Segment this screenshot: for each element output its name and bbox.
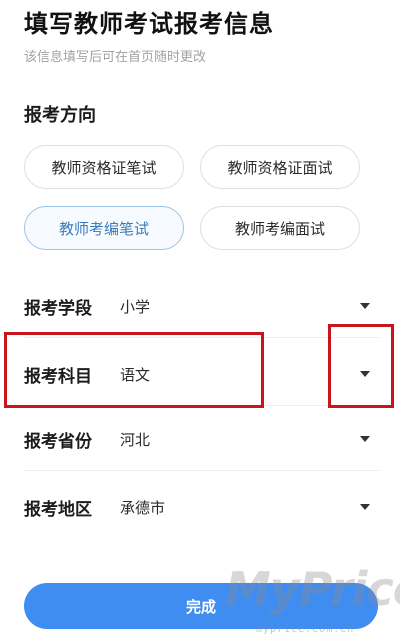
watermark-url: myprice.com.cn (256, 624, 355, 635)
direction-option-teacher-cert-interview[interactable]: 教师资格证面试 (200, 145, 360, 189)
field-label: 报考科目 (24, 366, 92, 387)
option-label: 教师资格证笔试 (51, 158, 157, 177)
field-label: 报考地区 (24, 499, 92, 520)
direction-heading: 报考方向 (24, 105, 96, 126)
watermark: MyPrice (225, 562, 400, 616)
caret-down-icon[interactable] (360, 371, 370, 377)
caret-down-icon[interactable] (360, 303, 370, 309)
direction-option-staff-exam-interview[interactable]: 教师考编面试 (200, 206, 360, 250)
page-subtitle: 该信息填写后可在首页随时更改 (24, 50, 207, 65)
field-school-stage[interactable]: 报考学段 小学 (24, 282, 380, 338)
option-label: 教师考编笔试 (58, 219, 149, 238)
option-label: 教师考编面试 (234, 219, 325, 238)
direction-option-staff-exam-written[interactable]: 教师考编笔试 (24, 206, 184, 250)
field-value: 承德市 (120, 498, 166, 517)
page-title: 填写教师考试报考信息 (24, 10, 274, 38)
caret-down-icon[interactable] (360, 436, 370, 442)
field-value: 语文 (120, 365, 151, 384)
field-subject[interactable]: 报考科目 语文 (24, 350, 380, 406)
field-value: 河北 (120, 430, 151, 449)
caret-down-icon[interactable] (360, 504, 370, 510)
direction-option-teacher-cert-written[interactable]: 教师资格证笔试 (24, 145, 184, 189)
field-label: 报考省份 (24, 431, 92, 452)
field-label: 报考学段 (24, 298, 92, 319)
field-region[interactable]: 报考地区 承德市 (24, 483, 380, 531)
field-value: 小学 (120, 297, 151, 316)
option-label: 教师资格证面试 (227, 158, 333, 177)
field-province[interactable]: 报考省份 河北 (24, 415, 380, 471)
